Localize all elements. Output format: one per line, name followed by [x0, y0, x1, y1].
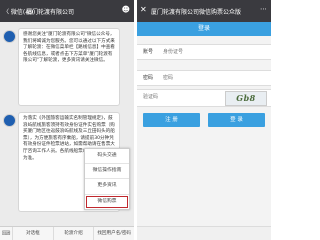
menu-item-more-news[interactable]: 更多资讯 [85, 179, 129, 195]
wechat-chat-screen: 〈 微信(49) 厦门轮渡有限公司 ☻ 感谢您关注"厦门轮渡有限公司"微信公众号… [0, 0, 134, 240]
chat-top-bar: 〈 微信(49) 厦门轮渡有限公司 ☻ [0, 0, 134, 22]
person-icon[interactable]: ☻ [122, 6, 130, 14]
bottom-menu-intro[interactable]: 轮渡介绍 [52, 227, 94, 240]
account-label: 账号 [143, 49, 154, 55]
menu-item-wechat-ticket[interactable]: 微信购票 [85, 195, 129, 209]
menu-item-wechat-guide[interactable]: 微信操作指南 [85, 164, 129, 180]
captcha-input[interactable] [143, 92, 203, 102]
menu-item-terminal-traffic[interactable]: 码头交通 [85, 149, 129, 165]
password-label: 密码 [143, 75, 154, 81]
register-button[interactable]: 注 册 [143, 113, 200, 127]
login-header: 登录 [137, 22, 271, 36]
password-row: 密码 [137, 70, 271, 86]
webview-title: 厦门轮渡有限公司微信购票公众版 [151, 9, 242, 16]
bottom-menu-bar: ⌨ 对话框 轮渡介绍 找回用户名/密码 [0, 226, 134, 240]
popup-menu: 码头交通 微信操作指南 更多资讯 微信购票 [84, 148, 130, 210]
captcha-row: G‍b‍8 [137, 89, 271, 107]
account-row: 账号 [137, 44, 271, 60]
bottom-menu-dialog[interactable]: 对话框 [12, 227, 53, 240]
webview-top-bar: ✕ 厦门轮渡有限公司微信购票公众版 ⋯ [137, 0, 271, 22]
keyboard-icon[interactable]: ⌨ [0, 227, 12, 240]
button-row: 注 册 登 录 [143, 113, 265, 127]
account-input[interactable] [163, 47, 263, 57]
close-icon[interactable]: ✕ [140, 6, 147, 14]
message-bubble: 感谢您关注"厦门轮渡有限公司"微信公众号，我们将竭诚为您服务。您可以通过以下方式… [18, 28, 120, 106]
bottom-menu-recover[interactable]: 找回用户名/密码 [93, 227, 134, 240]
login-button[interactable]: 登 录 [208, 113, 265, 127]
message-text: 感谢您关注"厦门轮渡有限公司"微信公众号，我们将竭诚为您服务。您可以通过以下方式… [23, 32, 115, 64]
captcha-image[interactable]: G‍b‍8 [225, 91, 267, 106]
more-icon[interactable]: ⋯ [260, 6, 267, 13]
ticket-login-screen: ✕ 厦门轮渡有限公司微信购票公众版 ⋯ 登录 账号 密码 G‍b‍8 注 册 登… [137, 0, 271, 240]
chat-title: 厦门轮渡有限公司 [26, 9, 75, 16]
avatar[interactable] [3, 114, 16, 127]
footer-bar [137, 226, 271, 240]
avatar[interactable] [3, 30, 16, 43]
password-input[interactable] [163, 73, 263, 83]
